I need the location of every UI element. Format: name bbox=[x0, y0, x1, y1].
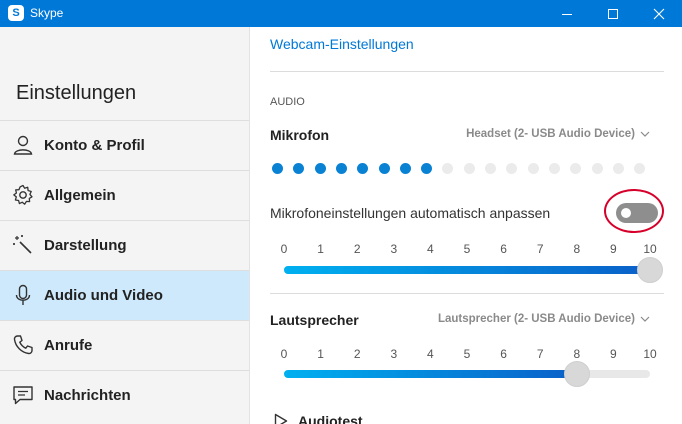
sidebar-item-label: Darstellung bbox=[44, 237, 127, 254]
slider-fill bbox=[284, 266, 650, 274]
level-dot bbox=[570, 163, 582, 174]
person-icon bbox=[13, 135, 33, 155]
divider bbox=[270, 293, 664, 294]
settings-nav: Konto & Profil Allgemein Darstellung Aud… bbox=[0, 120, 249, 420]
level-dot bbox=[357, 163, 369, 174]
level-dot bbox=[421, 163, 433, 174]
play-icon bbox=[274, 413, 288, 424]
close-button[interactable] bbox=[636, 0, 682, 27]
tick-label: 6 bbox=[500, 242, 507, 256]
level-dot bbox=[442, 163, 454, 174]
audio-section-label: AUDIO bbox=[270, 96, 305, 108]
tick-label: 7 bbox=[536, 347, 544, 361]
tick-label: 5 bbox=[463, 242, 471, 256]
sidebar-item-nachrichten[interactable]: Nachrichten bbox=[0, 370, 249, 420]
minimize-icon bbox=[562, 13, 572, 15]
phone-icon bbox=[13, 335, 33, 355]
level-dot bbox=[463, 163, 475, 174]
close-icon bbox=[653, 8, 665, 19]
tick-label: 1 bbox=[317, 347, 324, 361]
level-dot bbox=[506, 163, 518, 174]
speaker-device-label: Lautsprecher (2- USB Audio Device) bbox=[437, 313, 635, 325]
tick-label: 4 bbox=[427, 242, 434, 256]
chevron-down-icon bbox=[640, 131, 650, 137]
minimize-button[interactable] bbox=[544, 0, 590, 27]
tick-label: 2 bbox=[353, 347, 361, 361]
audiotest-button[interactable]: Audiotest bbox=[274, 413, 363, 424]
sidebar-item-allgemein[interactable]: Allgemein bbox=[0, 170, 249, 220]
tick-label: 9 bbox=[610, 347, 617, 361]
tick-label: 1 bbox=[317, 242, 324, 256]
microphone-device-label: Headset (2- USB Audio Device) bbox=[466, 128, 635, 140]
audiotest-label: Audiotest bbox=[298, 413, 363, 424]
slider-thumb[interactable] bbox=[637, 257, 663, 283]
slider-fill bbox=[284, 370, 577, 378]
level-dot bbox=[485, 163, 496, 174]
message-icon bbox=[13, 386, 33, 405]
microphone-title: Mikrofon bbox=[270, 127, 330, 143]
settings-title: Einstellungen bbox=[16, 82, 137, 104]
tick-label: 3 bbox=[390, 347, 398, 361]
microphone-volume-ticks: 0 1 2 3 4 5 6 7 8 9 10 bbox=[279, 242, 659, 256]
level-dot bbox=[314, 163, 326, 174]
level-dot bbox=[591, 163, 603, 174]
tick-label: 0 bbox=[280, 242, 288, 256]
level-dot bbox=[335, 163, 347, 174]
sidebar-item-label: Konto & Profil bbox=[44, 137, 145, 154]
tick-label: 2 bbox=[353, 242, 361, 256]
divider bbox=[270, 71, 664, 72]
tick-label: 7 bbox=[536, 242, 544, 256]
sidebar-item-audio-und-video[interactable]: Audio und Video bbox=[0, 270, 249, 320]
microphone-level-meter bbox=[272, 163, 664, 175]
level-dot bbox=[527, 163, 539, 174]
settings-sidebar: Einstellungen Konto & Profil Allgemein D… bbox=[0, 27, 250, 424]
audio-video-settings: Webcam-Einstellungen AUDIO Mikrofon Head… bbox=[250, 27, 682, 424]
level-dot bbox=[612, 163, 624, 174]
level-dot bbox=[272, 163, 283, 174]
tick-label: 6 bbox=[500, 347, 507, 361]
title-bar: S Skype bbox=[0, 0, 682, 27]
sidebar-item-label: Allgemein bbox=[44, 187, 116, 204]
sidebar-item-label: Nachrichten bbox=[44, 387, 131, 404]
level-dot bbox=[399, 163, 411, 174]
auto-adjust-label: Mikrofoneinstellungen automatisch anpass… bbox=[270, 205, 551, 221]
webcam-settings-link[interactable]: Webcam-Einstellungen bbox=[270, 36, 414, 52]
maximize-button[interactable] bbox=[590, 0, 636, 27]
microphone-icon bbox=[15, 284, 31, 305]
chevron-down-icon bbox=[640, 316, 650, 322]
sidebar-item-konto-profil[interactable]: Konto & Profil bbox=[0, 120, 249, 170]
level-dot bbox=[548, 163, 560, 174]
level-dot bbox=[378, 163, 390, 174]
window-title: Skype bbox=[30, 6, 64, 20]
tick-label: 8 bbox=[573, 242, 581, 256]
maximize-icon bbox=[608, 8, 618, 19]
tick-label: 5 bbox=[463, 347, 471, 361]
sidebar-item-anrufe[interactable]: Anrufe bbox=[0, 320, 249, 370]
speaker-volume-ticks: 0 1 2 3 4 5 6 7 8 9 10 bbox=[279, 347, 659, 361]
microphone-volume-slider[interactable] bbox=[284, 257, 663, 283]
magic-wand-icon bbox=[13, 235, 32, 254]
tick-label: 10 bbox=[643, 242, 657, 256]
microphone-device-dropdown[interactable]: Headset (2- USB Audio Device) bbox=[466, 128, 650, 140]
tick-label: 4 bbox=[427, 347, 434, 361]
slider-thumb[interactable] bbox=[563, 361, 590, 387]
level-dot bbox=[293, 163, 305, 174]
tick-label: 9 bbox=[610, 242, 617, 256]
tick-label: 10 bbox=[643, 347, 657, 361]
gear-icon bbox=[13, 184, 33, 205]
level-dot bbox=[634, 163, 646, 174]
speaker-device-dropdown[interactable]: Lautsprecher (2- USB Audio Device) bbox=[438, 313, 650, 325]
sidebar-item-label: Audio und Video bbox=[44, 287, 163, 304]
tick-label: 0 bbox=[280, 347, 288, 361]
speaker-title: Lautsprecher bbox=[270, 312, 359, 328]
sidebar-item-darstellung[interactable]: Darstellung bbox=[0, 220, 249, 270]
skype-logo-icon: S bbox=[8, 5, 24, 21]
highlight-annotation-circle bbox=[604, 189, 664, 233]
speaker-volume-slider[interactable] bbox=[284, 361, 650, 387]
sidebar-item-label: Anrufe bbox=[44, 337, 93, 354]
tick-label: 3 bbox=[390, 242, 398, 256]
tick-label: 8 bbox=[573, 347, 581, 361]
